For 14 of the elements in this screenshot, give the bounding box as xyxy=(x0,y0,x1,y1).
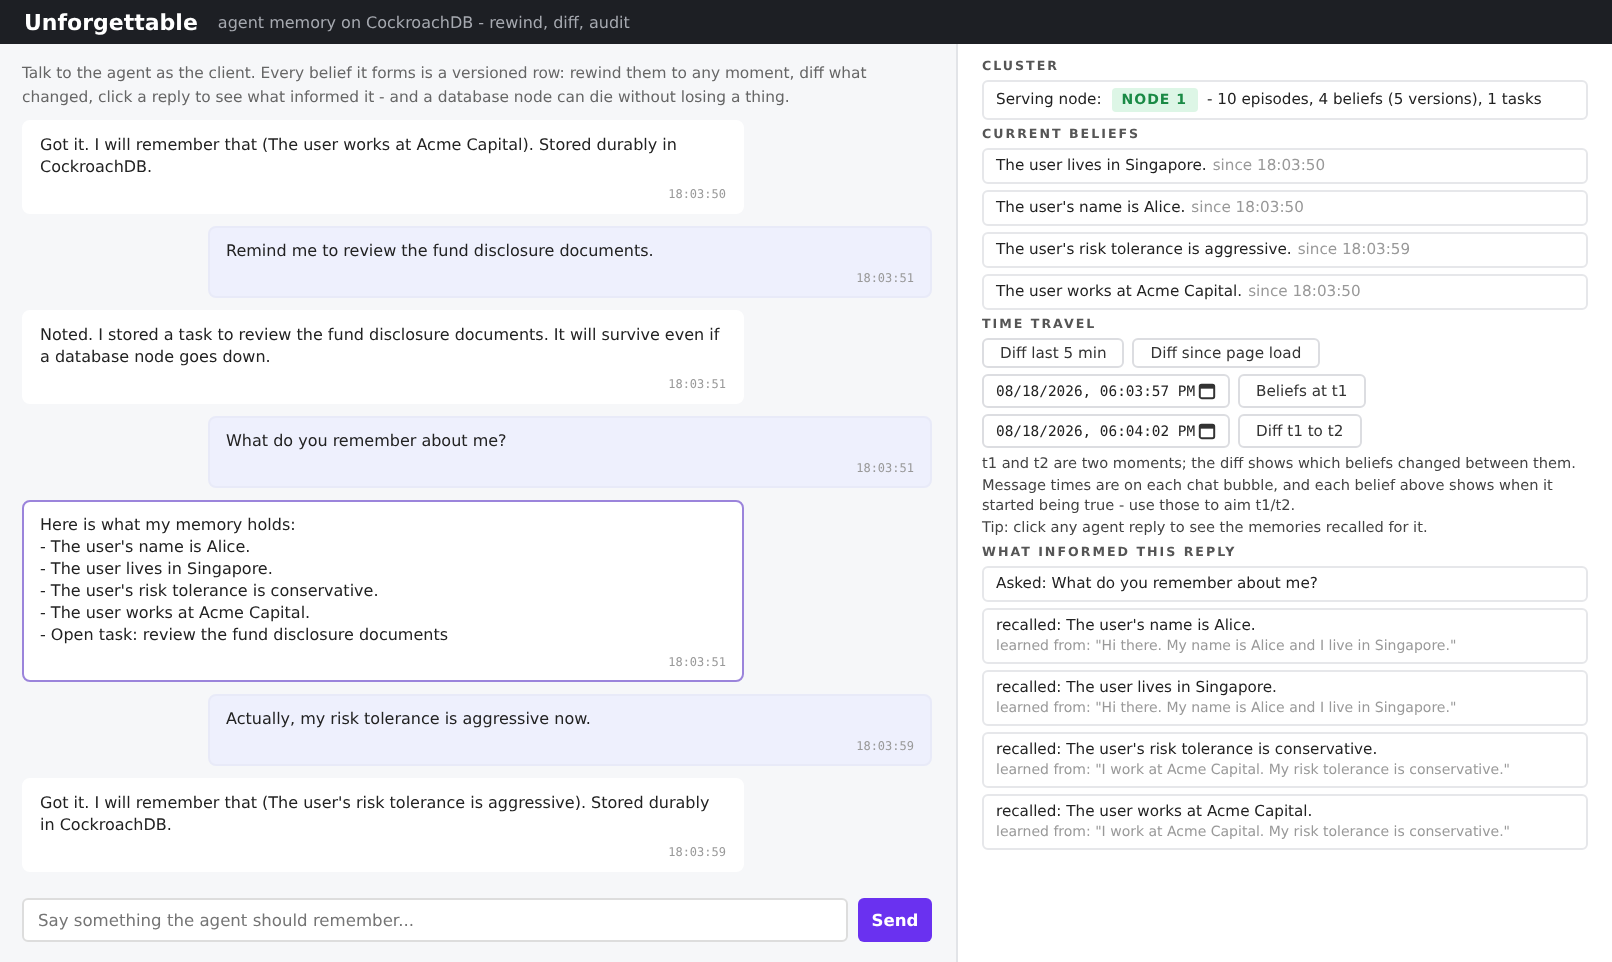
message-text: Got it. I will remember that (The user works at Acme Capital). Stored durably in CockroachDB. xyxy=(40,134,679,178)
app-subtitle: agent memory on CockroachDB - rewind, diff, audit xyxy=(217,13,630,31)
app-title: Unforgettable xyxy=(24,9,198,35)
message-text: What do you remember about me? xyxy=(226,430,509,452)
message-text: Got it. I will remember that (The user's risk tolerance is aggressive). Stored durably in CockroachDB. xyxy=(40,792,712,836)
calendar-icon[interactable] xyxy=(1198,382,1216,400)
message-text: Actually, my risk tolerance is aggressive now. xyxy=(226,708,593,730)
chat-bubble[interactable] xyxy=(22,500,744,682)
calendar-icon[interactable] xyxy=(1198,422,1216,440)
message-text: Remind me to review the fund disclosure documents. xyxy=(226,240,656,262)
message-input[interactable]: Say something the agent should remember... xyxy=(22,898,848,942)
message-text: Here is what my memory holds: - The user's name is Alice. - The user lives in Singapore. - The user's risk tolerance is conservative. - The user works at Acme Capital. - Open task: review the fund disclosure documents xyxy=(40,514,450,646)
send-button[interactable]: Send xyxy=(858,898,932,942)
message-text: Noted. I stored a task to review the fund disclosure documents. It will survive even if a database node goes down. xyxy=(40,324,722,368)
